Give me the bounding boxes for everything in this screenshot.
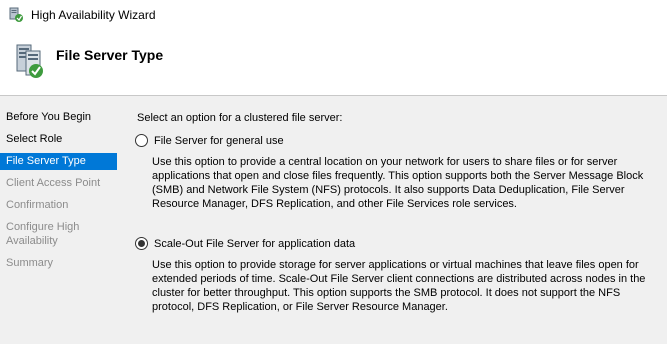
option-scale-out-description: Use this option to provide storage for s… xyxy=(152,259,646,313)
radio-general-use[interactable] xyxy=(135,134,148,147)
wizard-header: File Server Type xyxy=(0,31,667,95)
file-server-wizard-icon xyxy=(16,44,43,78)
main-content: Select an option for a clustered file se… xyxy=(121,96,667,344)
window-title: High Availability Wizard xyxy=(31,8,156,22)
nav-step-client-access-point: Client Access Point xyxy=(6,177,101,189)
radio-scale-out[interactable] xyxy=(135,237,148,250)
nav-step-confirmation: Confirmation xyxy=(6,199,69,211)
cluster-manager-icon xyxy=(9,7,23,22)
nav-step-summary: Summary xyxy=(6,257,54,269)
nav-step-select-role[interactable]: Select Role xyxy=(0,132,117,146)
page-title: File Server Type xyxy=(56,47,164,63)
option-general-use-description: Use this option to provide a central loc… xyxy=(152,156,644,210)
option-general-use[interactable]: File Server for general use xyxy=(135,134,284,147)
option-general-use-label[interactable]: File Server for general use xyxy=(154,135,284,147)
nav-step-before-you-begin[interactable]: Before You Begin xyxy=(0,110,117,124)
option-scale-out[interactable]: Scale-Out File Server for application da… xyxy=(135,237,355,250)
wizard-steps-nav: Before You Begin Select Role File Server… xyxy=(0,96,121,344)
nav-step-file-server-type[interactable]: File Server Type xyxy=(0,153,117,170)
nav-step-configure-high-availability: Configure High Availability xyxy=(6,221,80,247)
option-scale-out-label[interactable]: Scale-Out File Server for application da… xyxy=(154,238,355,250)
option-prompt: Select an option for a clustered file se… xyxy=(137,112,343,124)
title-bar: High Availability Wizard xyxy=(0,0,667,31)
